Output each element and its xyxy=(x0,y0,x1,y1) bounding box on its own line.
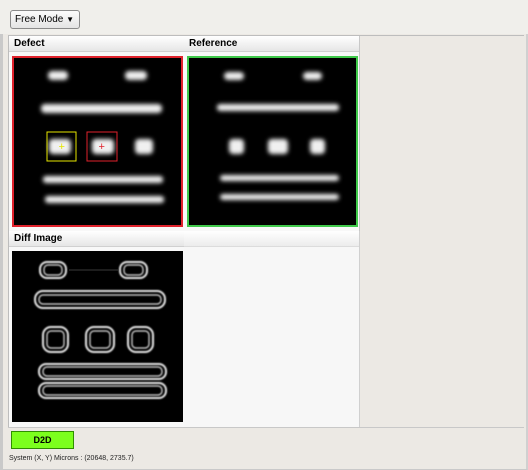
diff-panel: Diff Image xyxy=(9,231,184,428)
chevron-down-icon[interactable]: ▼ xyxy=(66,11,74,28)
diff-image[interactable] xyxy=(12,251,183,422)
d2d-mode-button[interactable]: D2D xyxy=(11,431,74,449)
diff-image-canvas xyxy=(34,261,167,399)
diff-panel-title: Diff Image xyxy=(9,231,184,247)
reference-image[interactable] xyxy=(187,56,358,227)
mode-dropdown-value: Free Mode xyxy=(15,14,64,25)
status-bar: D2D System (X, Y) Microns : (20648, 2735… xyxy=(8,427,524,469)
image-grid: Defect + + Reference Diff Image xyxy=(8,35,524,428)
reference-panel: Reference xyxy=(184,36,359,231)
reference-pattern xyxy=(217,72,339,200)
reference-panel-title: Reference xyxy=(184,36,359,52)
defect-image-canvas: + + xyxy=(41,71,164,203)
mode-dropdown[interactable]: Free Mode ▼ xyxy=(10,10,80,29)
defect-pattern xyxy=(41,71,164,203)
empty-panel xyxy=(184,231,360,428)
toolbar: Free Mode ▼ xyxy=(0,0,528,34)
reference-image-canvas xyxy=(217,72,339,200)
defect-panel-title: Defect xyxy=(9,36,184,52)
coordinates-readout: System (X, Y) Microns : (20648, 2735.7) xyxy=(9,455,134,462)
defect-image[interactable]: + + xyxy=(12,56,183,227)
diff-pattern xyxy=(34,261,167,399)
crosshair-icon: + xyxy=(59,141,65,153)
empty-panel-header xyxy=(184,231,359,247)
crosshair-icon: + xyxy=(99,141,105,153)
defect-panel: Defect + + xyxy=(9,36,184,231)
